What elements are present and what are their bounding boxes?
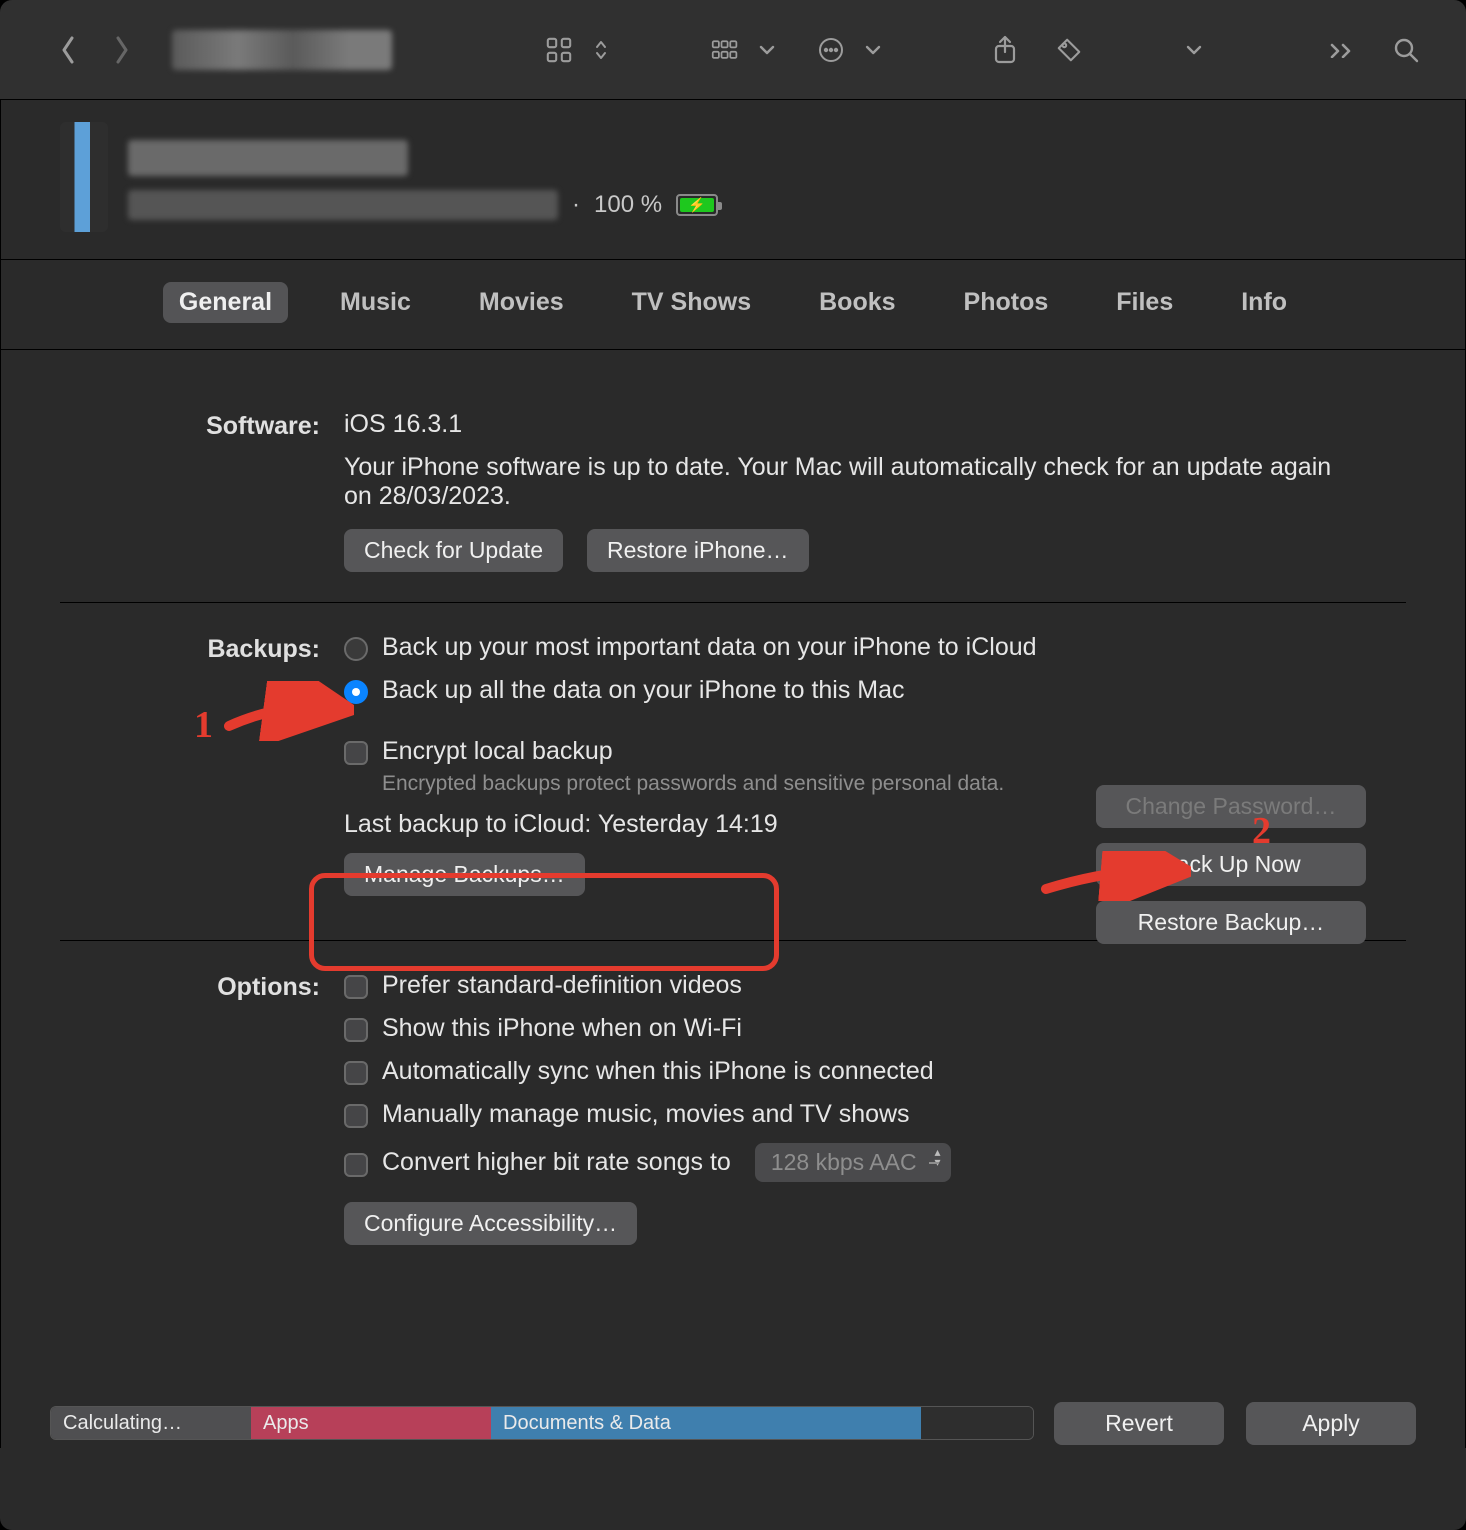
options-label: Options: — [60, 971, 320, 1259]
toolbar-title-redacted — [172, 30, 392, 70]
storage-free — [921, 1407, 1033, 1439]
toolbar — [0, 0, 1466, 100]
checkbox-convert[interactable] — [344, 1153, 368, 1177]
checkbox-autosync[interactable] — [344, 1061, 368, 1085]
group-icon[interactable] — [711, 32, 739, 68]
option-sd-videos: Prefer standard-definition videos — [382, 971, 742, 1000]
storage-calculating: Calculating… — [51, 1407, 251, 1439]
revert-button[interactable]: Revert — [1054, 1402, 1224, 1445]
option-wifi: Show this iPhone when on Wi-Fi — [382, 1014, 742, 1043]
device-thumbnail — [60, 122, 108, 232]
checkbox-wifi[interactable] — [344, 1018, 368, 1042]
backups-label: Backups: — [60, 633, 320, 910]
section-options: Options: Prefer standard-definition vide… — [60, 940, 1406, 1289]
tag-icon[interactable] — [1055, 32, 1083, 68]
tab-bar: General Music Movies TV Shows Books Phot… — [0, 260, 1466, 350]
view-grid-icon[interactable] — [545, 32, 573, 68]
software-label: Software: — [60, 410, 320, 572]
chevron-down-icon[interactable] — [1180, 32, 1208, 68]
finder-device-window: · 100 % ⚡ General Music Movies TV Shows … — [0, 0, 1466, 1530]
radio-backup-local[interactable] — [344, 680, 368, 704]
battery-separator: · — [572, 191, 580, 219]
apply-button[interactable]: Apply — [1246, 1402, 1416, 1445]
checkbox-encrypt-backup[interactable] — [344, 741, 368, 765]
bitrate-select[interactable]: 128 kbps AAC ▴▾ — [755, 1143, 951, 1182]
checkbox-manual[interactable] — [344, 1104, 368, 1128]
nav-back-icon[interactable] — [54, 32, 82, 68]
device-header: · 100 % ⚡ — [0, 100, 1466, 260]
tab-photos[interactable]: Photos — [948, 282, 1065, 323]
content: Software: iOS 16.3.1 Your iPhone softwar… — [0, 350, 1466, 1448]
battery-icon: ⚡ — [676, 194, 718, 216]
last-backup: Last backup to iCloud: Yesterday 14:19 — [344, 810, 778, 839]
storage-apps: Apps — [251, 1407, 491, 1439]
more-icon[interactable] — [817, 32, 845, 68]
tab-info[interactable]: Info — [1225, 282, 1303, 323]
storage-docs: Documents & Data — [491, 1407, 921, 1439]
chevron-down-icon[interactable] — [859, 32, 887, 68]
encrypt-label: Encrypt local backup — [382, 737, 613, 766]
option-convert: Convert higher bit rate songs to — [382, 1148, 731, 1177]
overflow-icon[interactable] — [1328, 32, 1356, 68]
encrypt-hint: Encrypted backups protect passwords and … — [382, 772, 1004, 796]
section-software: Software: iOS 16.3.1 Your iPhone softwar… — [60, 380, 1406, 602]
option-autosync: Automatically sync when this iPhone is c… — [382, 1057, 934, 1086]
backup-icloud-label: Back up your most important data on your… — [382, 633, 1037, 662]
device-name-redacted — [128, 140, 408, 176]
tab-tvshows[interactable]: TV Shows — [616, 282, 767, 323]
restore-backup-button[interactable]: Restore Backup… — [1096, 901, 1366, 944]
view-updown-icon[interactable] — [587, 32, 615, 68]
device-model-redacted — [128, 190, 558, 220]
search-icon[interactable] — [1392, 32, 1420, 68]
option-manual: Manually manage music, movies and TV sho… — [382, 1100, 910, 1129]
backup-now-button[interactable]: Back Up Now — [1096, 843, 1366, 886]
footer: Calculating… Apps Documents & Data Rever… — [0, 1398, 1466, 1448]
restore-iphone-button[interactable]: Restore iPhone… — [587, 529, 809, 572]
section-backups: Backups: Back up your most important dat… — [60, 602, 1406, 940]
share-icon[interactable] — [991, 32, 1019, 68]
checkbox-sd-videos[interactable] — [344, 975, 368, 999]
change-password-button[interactable]: Change Password… — [1096, 785, 1366, 828]
manage-backups-button[interactable]: Manage Backups… — [344, 853, 585, 896]
bitrate-value: 128 kbps AAC — [771, 1149, 917, 1175]
nav-forward-icon[interactable] — [108, 32, 136, 68]
tab-general[interactable]: General — [163, 282, 288, 323]
chevron-down-icon[interactable] — [753, 32, 781, 68]
bottom-spacer — [0, 1448, 1466, 1530]
check-update-button[interactable]: Check for Update — [344, 529, 563, 572]
battery-percent: 100 % — [594, 191, 662, 219]
storage-bar: Calculating… Apps Documents & Data — [50, 1406, 1034, 1440]
radio-backup-icloud[interactable] — [344, 637, 368, 661]
configure-accessibility-button[interactable]: Configure Accessibility… — [344, 1202, 637, 1245]
tab-books[interactable]: Books — [803, 282, 911, 323]
software-status: Your iPhone software is up to date. Your… — [344, 453, 1344, 511]
tab-music[interactable]: Music — [324, 282, 427, 323]
backup-local-label: Back up all the data on your iPhone to t… — [382, 676, 905, 705]
software-version: iOS 16.3.1 — [344, 410, 462, 439]
tab-files[interactable]: Files — [1100, 282, 1189, 323]
tab-movies[interactable]: Movies — [463, 282, 580, 323]
